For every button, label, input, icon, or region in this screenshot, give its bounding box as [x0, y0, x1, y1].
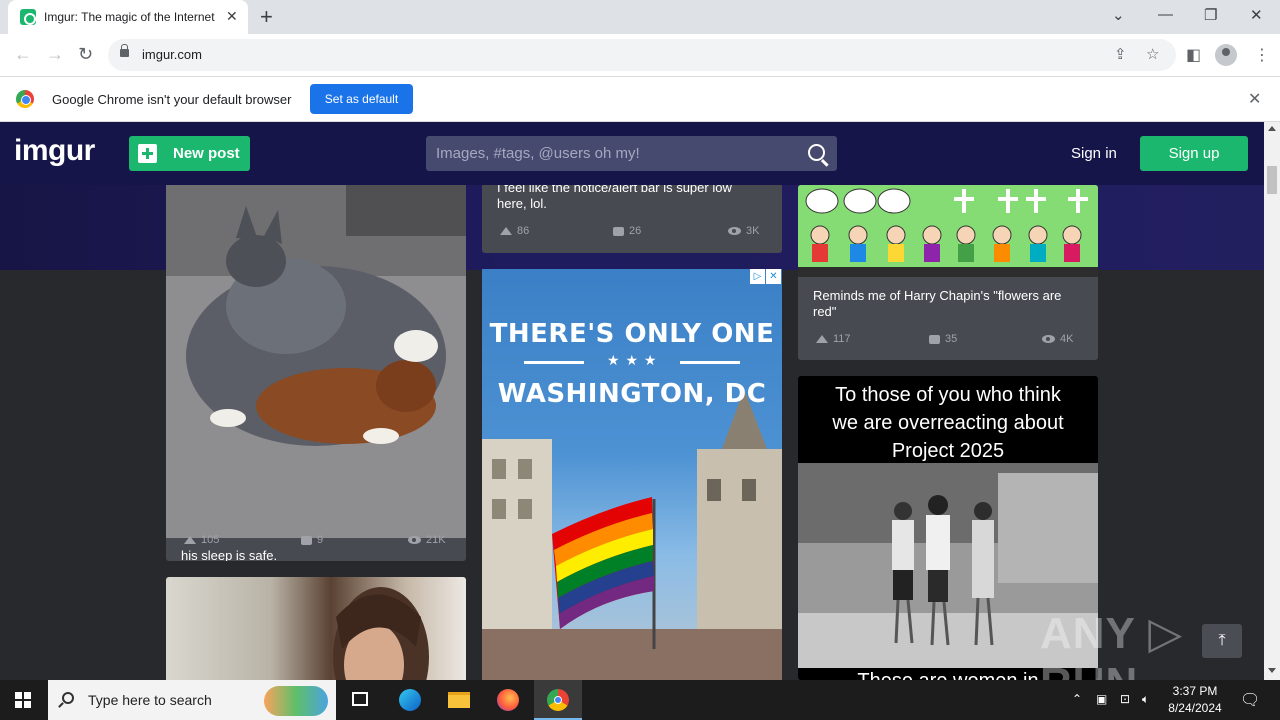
new-post-button[interactable]: New post	[129, 136, 250, 171]
tray-chevron-icon[interactable]: ⌃	[1072, 692, 1082, 706]
network-icon[interactable]: ⊡	[1120, 692, 1130, 706]
tab-search-icon[interactable]: ⌄	[1112, 6, 1125, 24]
browser-tab[interactable]: Imgur: The magic of the Internet ✕	[8, 0, 248, 34]
side-panel-icon[interactable]: ◧	[1186, 45, 1201, 65]
view-count: 4K	[1042, 333, 1073, 345]
close-window-button[interactable]: ✕	[1250, 6, 1263, 24]
comment-count: 9	[301, 534, 323, 546]
sign-in-link[interactable]: Sign in	[1071, 145, 1117, 162]
post-stats: 105 9 21K	[181, 534, 448, 548]
post-image-comic[interactable]	[798, 185, 1098, 277]
infobar-close-icon[interactable]: ✕	[1248, 89, 1261, 109]
bookmark-star-icon[interactable]: ☆	[1146, 45, 1159, 63]
post-caption: To those of you who think we are overrea…	[832, 384, 1064, 462]
restore-button[interactable]: ❐	[1204, 6, 1217, 24]
ad-headline-2: WASHINGTON, DC	[497, 379, 767, 409]
edge-icon[interactable]	[386, 680, 434, 720]
default-browser-infobar: Google Chrome isn't your default browser…	[0, 76, 1280, 122]
comment-bubble-icon	[613, 226, 624, 236]
taskbar-search-placeholder: Type here to search	[88, 692, 212, 708]
scroll-up-arrow-icon[interactable]	[1268, 126, 1276, 131]
notifications-icon[interactable]: 🗨︎	[1240, 690, 1260, 710]
search-bar	[426, 136, 837, 171]
task-view-icon[interactable]	[336, 680, 384, 720]
eye-icon	[408, 536, 421, 545]
tray-device-icon[interactable]: ▣	[1096, 692, 1107, 706]
upvote-arrow-icon	[184, 536, 196, 545]
windows-start-icon[interactable]	[15, 692, 31, 708]
post-card[interactable]: his sleep is safe.	[166, 166, 466, 561]
upvote-arrow-icon	[500, 227, 512, 236]
comment-bubble-icon	[301, 535, 312, 545]
post-image-woman[interactable]	[166, 577, 466, 680]
imgur-header: imgur New post Sign in Sign up	[0, 122, 1264, 185]
menu-kebab-icon[interactable]: ⋮	[1254, 45, 1270, 65]
post-card[interactable]	[166, 577, 466, 680]
windows-taskbar: Type here to search ⌃ ▣ ⊡ 🔈︎ 3:37 PM 8/2…	[0, 680, 1280, 720]
comment-count: 35	[929, 333, 957, 345]
post-stats: 117 35 4K	[813, 333, 1080, 347]
post-title: his sleep is safe.	[181, 548, 278, 561]
ad-headline-1: THERE'S ONLY ONE	[489, 319, 775, 349]
scrollbar-thumb[interactable]	[1267, 166, 1277, 194]
back-arrow-icon[interactable]: ←	[14, 44, 32, 65]
eye-icon	[1042, 335, 1055, 344]
profile-avatar-icon[interactable]	[1215, 44, 1237, 66]
taskbar-clock[interactable]: 3:37 PM 8/24/2024	[1160, 683, 1230, 717]
chrome-logo-icon	[16, 90, 34, 108]
ad-close-icon[interactable]: ✕	[766, 269, 781, 284]
post-title-line: red"	[813, 304, 837, 319]
page-viewport: his sleep is safe. 105 9 21K I feel like…	[0, 122, 1264, 680]
new-tab-button[interactable]: +	[260, 4, 273, 30]
clock-date: 8/24/2024	[1168, 701, 1222, 715]
ad-rule-right	[680, 361, 740, 364]
plus-icon	[138, 144, 157, 163]
infobar-message: Google Chrome isn't your default browser	[52, 92, 292, 107]
ad-rule-left	[524, 361, 584, 364]
sign-up-button[interactable]: Sign up	[1140, 136, 1248, 171]
forward-arrow-icon[interactable]: →	[46, 44, 64, 65]
volume-icon[interactable]: 🔈︎	[1142, 692, 1149, 707]
comment-bubble-icon	[929, 334, 940, 344]
firefox-icon[interactable]	[484, 680, 532, 720]
scroll-to-top-button[interactable]: ⤒	[1202, 624, 1242, 658]
address-bar[interactable]: imgur.com ⇪ ☆	[108, 39, 1176, 71]
share-icon[interactable]: ⇪	[1114, 45, 1127, 63]
view-count: 3K	[728, 225, 759, 237]
url-text[interactable]: imgur.com	[142, 47, 202, 62]
imgur-logo[interactable]: imgur	[14, 134, 95, 168]
view-count: 21K	[408, 534, 446, 546]
imgur-favicon-icon	[20, 9, 36, 25]
upvote-count[interactable]: 117	[816, 333, 851, 345]
tab-title: Imgur: The magic of the Internet	[44, 10, 215, 24]
tab-close-icon[interactable]: ✕	[226, 8, 238, 25]
clock-time: 3:37 PM	[1172, 684, 1218, 698]
browser-toolbar: ← → ↻ imgur.com ⇪ ☆ ◧ ⋮	[0, 34, 1280, 76]
post-stats: 86 26 3K	[497, 225, 764, 239]
search-icon	[62, 692, 74, 704]
advertisement[interactable]: ▷ ✕ THERE'S ONLY ONE ★ ★ ★ WASHINGTON, D…	[482, 269, 782, 680]
post-title-line: here, lol.	[497, 196, 547, 211]
comment-count: 26	[613, 225, 641, 237]
page-scrollbar[interactable]	[1264, 122, 1280, 680]
lock-icon	[120, 44, 129, 57]
search-icon[interactable]	[808, 144, 825, 161]
upvote-arrow-icon	[816, 335, 828, 344]
post-title-line: Reminds me of Harry Chapin's "flowers ar…	[813, 288, 1062, 303]
minimize-button[interactable]: —	[1158, 6, 1173, 23]
scroll-down-arrow-icon[interactable]	[1268, 668, 1276, 673]
upvote-count[interactable]: 86	[500, 225, 529, 237]
search-highlight-icon	[264, 686, 328, 716]
taskbar-search-box[interactable]: Type here to search	[48, 680, 336, 720]
chrome-taskbar-icon[interactable]	[534, 680, 582, 720]
file-explorer-icon[interactable]	[434, 680, 482, 720]
reload-icon[interactable]: ↻	[78, 44, 93, 65]
ad-info-icon[interactable]: ▷	[750, 269, 765, 284]
browser-tabstrip: Imgur: The magic of the Internet ✕ + ⌄ —…	[0, 0, 1280, 34]
set-as-default-button[interactable]: Set as default	[310, 84, 413, 114]
post-image-dogs[interactable]	[166, 166, 466, 538]
search-input[interactable]	[426, 136, 796, 171]
eye-icon	[728, 227, 741, 236]
upvote-count[interactable]: 105	[184, 534, 219, 546]
